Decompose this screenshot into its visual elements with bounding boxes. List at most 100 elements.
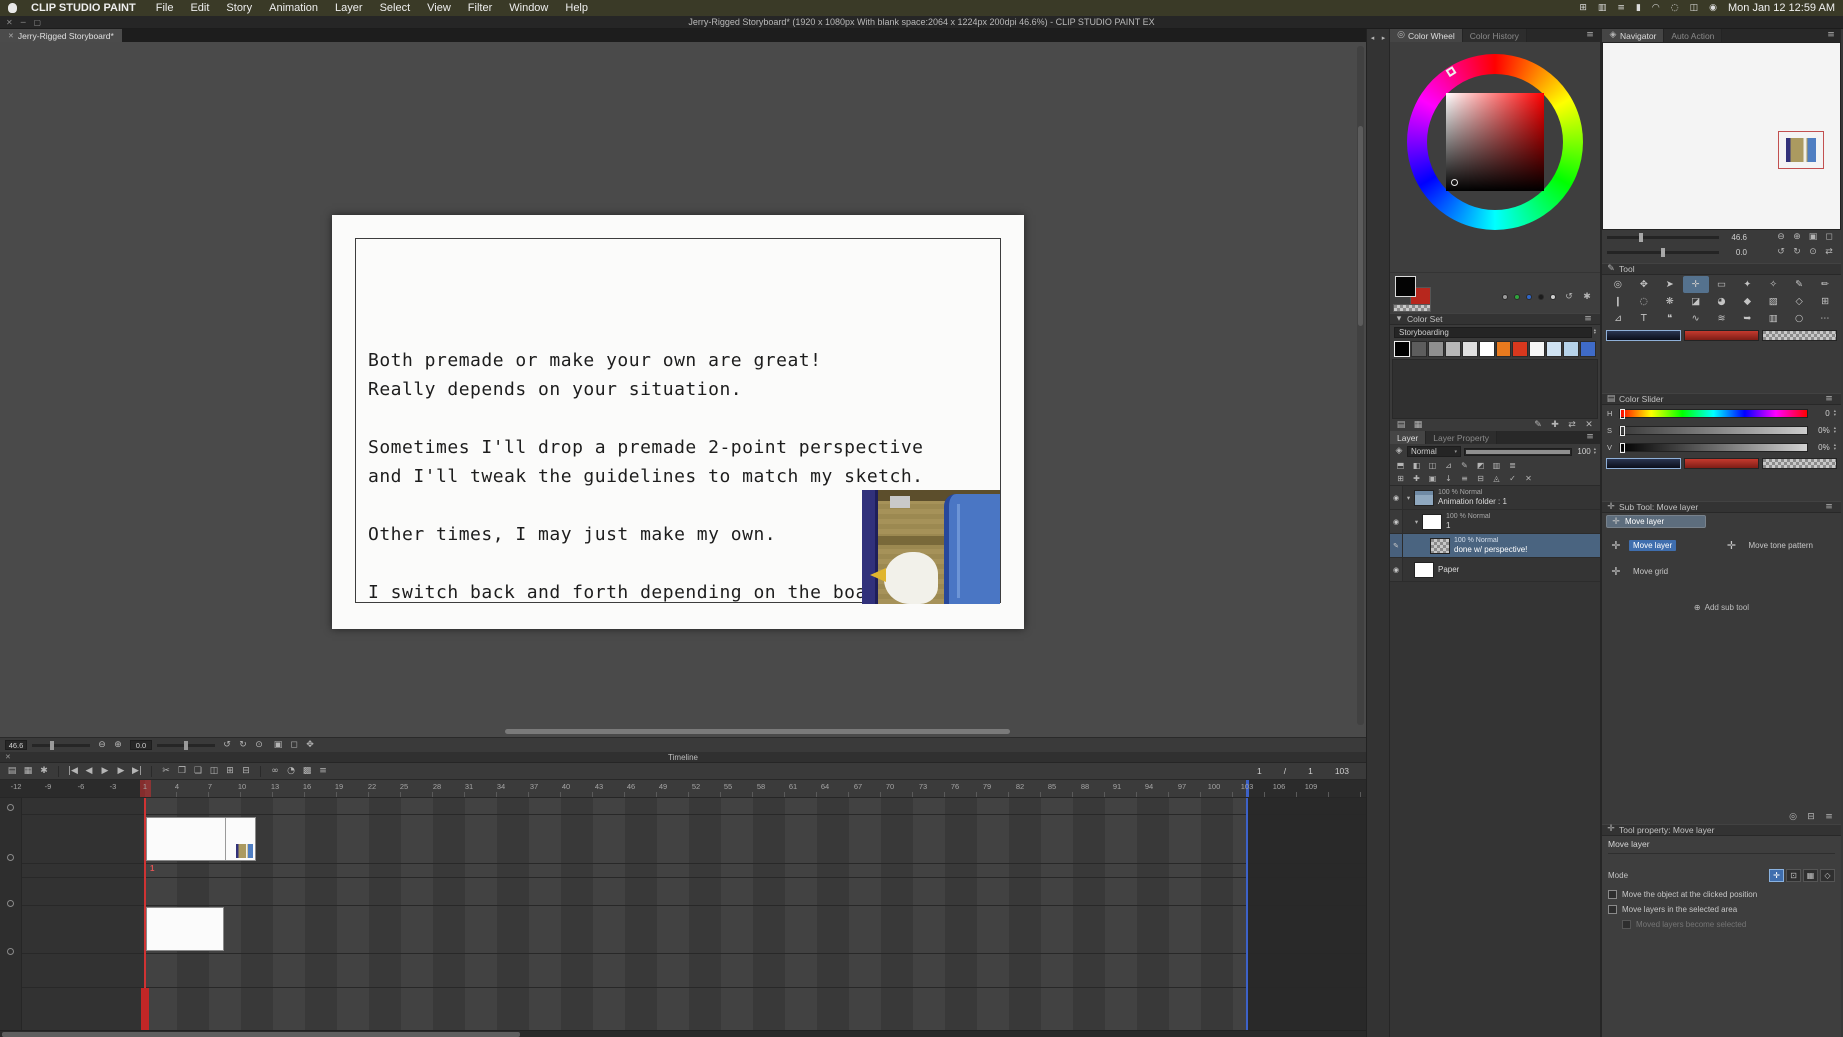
color-swatch[interactable] bbox=[1428, 341, 1444, 357]
insert-frame-icon[interactable]: ⊞ bbox=[223, 765, 237, 777]
copy-clip-icon[interactable]: ❐ bbox=[175, 765, 189, 777]
ruler-icon[interactable]: ⊿ bbox=[1442, 460, 1455, 471]
slider-bar[interactable] bbox=[1619, 409, 1808, 418]
layer-visibility-icon[interactable]: ◉ bbox=[1390, 558, 1403, 581]
flow-line-tool[interactable]: ∿ bbox=[1683, 310, 1709, 327]
nav-rotate-left-icon[interactable]: ↺ bbox=[1774, 247, 1788, 259]
next-frame-button[interactable]: ▶ bbox=[114, 765, 128, 777]
sub-tool-item[interactable]: ✛ Move grid bbox=[1607, 559, 1721, 583]
tab-color-wheel[interactable]: ◎ Color Wheel bbox=[1390, 29, 1463, 42]
zoom-tool[interactable]: ◎ bbox=[1605, 276, 1631, 293]
blend-tool[interactable]: ◕ bbox=[1709, 293, 1735, 310]
cut-clip-icon[interactable]: ✂ bbox=[159, 765, 173, 777]
color-swatch[interactable] bbox=[1496, 341, 1512, 357]
tab-layer-property[interactable]: Layer Property bbox=[1426, 431, 1497, 444]
opacity-value[interactable]: 100 bbox=[1575, 447, 1591, 456]
close-window-icon[interactable]: ✕ bbox=[6, 18, 13, 27]
tab-layer[interactable]: Layer bbox=[1390, 431, 1426, 444]
collapse-right-icon[interactable]: ▸ bbox=[1379, 32, 1388, 44]
auto-select-tool[interactable]: ✦ bbox=[1734, 276, 1760, 293]
prop-collapse-icon[interactable]: ⊟ bbox=[1804, 812, 1818, 824]
zoom-out-icon[interactable]: ⊖ bbox=[95, 739, 109, 751]
lock-layer-icon[interactable]: ⬒ bbox=[1394, 460, 1407, 471]
pan-icon[interactable]: ✥ bbox=[303, 739, 317, 751]
pencil-tool[interactable]: ✏ bbox=[1812, 276, 1838, 293]
panel-menu-icon[interactable]: ≡ bbox=[1822, 393, 1836, 405]
set-view-icon[interactable]: ▤ bbox=[1394, 419, 1408, 431]
sub-color-swatch[interactable] bbox=[1684, 330, 1759, 341]
palette-menu-icon[interactable]: ≣ bbox=[1506, 460, 1519, 471]
nav-zoom-in-icon[interactable]: ⊕ bbox=[1790, 232, 1804, 244]
new-vector-layer-icon[interactable]: ✚ bbox=[1410, 473, 1423, 484]
onion-skin-icon[interactable]: ◔ bbox=[284, 765, 298, 777]
layer-visibility-icon[interactable]: ◉ bbox=[1390, 486, 1403, 509]
slider-handle-icon[interactable] bbox=[1620, 409, 1625, 419]
stream-line-tool[interactable]: ≋ bbox=[1709, 310, 1735, 327]
slider-handle-icon[interactable] bbox=[1620, 426, 1625, 436]
checkbox-icon[interactable] bbox=[1608, 890, 1617, 899]
slider-spinner[interactable]: ▴▾ bbox=[1834, 410, 1836, 417]
layer-expand-icon[interactable]: ▾ bbox=[1403, 494, 1414, 502]
canvas-vertical-scrollbar[interactable] bbox=[1357, 46, 1364, 725]
user-icon[interactable]: ◉ bbox=[1709, 3, 1717, 13]
correct-line-tool[interactable]: ➥ bbox=[1734, 310, 1760, 327]
palette-color-icon[interactable]: ◈ bbox=[1394, 446, 1404, 458]
nav-reset-icon[interactable]: ⊙ bbox=[1806, 247, 1820, 259]
paste-clip-icon[interactable]: ❏ bbox=[191, 765, 205, 777]
new-timeline-icon[interactable]: ▦ bbox=[21, 765, 35, 777]
quick-color-dot[interactable] bbox=[1502, 294, 1508, 300]
draft-icon[interactable]: ✎ bbox=[1458, 460, 1471, 471]
wheel-settings-icon[interactable]: ✱ bbox=[1580, 291, 1594, 303]
search-icon[interactable]: ◌ bbox=[1671, 3, 1679, 13]
brush-tool[interactable]: ❙ bbox=[1605, 293, 1631, 310]
layer-color-icon[interactable]: ◩ bbox=[1474, 460, 1487, 471]
transparent-color-swatch[interactable] bbox=[1393, 304, 1431, 312]
storyboard-page[interactable]: Both premade or make your own are great!… bbox=[332, 215, 1024, 629]
delete-layer-icon[interactable]: ✕ bbox=[1522, 473, 1535, 484]
airbrush-tool[interactable]: ◌ bbox=[1631, 293, 1657, 310]
panel-menu-icon[interactable]: ≡ bbox=[1581, 313, 1595, 325]
main-color-swatch[interactable] bbox=[1606, 330, 1681, 341]
track-toggle-icon[interactable] bbox=[7, 900, 14, 907]
fit-screen-icon[interactable]: ▣ bbox=[271, 739, 285, 751]
menu-item[interactable]: Window bbox=[509, 2, 548, 14]
move-layer-tool[interactable]: ✛ bbox=[1683, 276, 1709, 293]
frame-border-tool[interactable]: ⊞ bbox=[1812, 293, 1838, 310]
figure-tool[interactable]: ◇ bbox=[1786, 293, 1812, 310]
timeline-ruler[interactable]: -12-9-6-31471013161922252831343740434649… bbox=[0, 780, 1366, 798]
canvas-zoom-slider[interactable] bbox=[32, 744, 90, 747]
quick-color-dot[interactable] bbox=[1514, 294, 1520, 300]
pen-tool[interactable]: ✎ bbox=[1786, 276, 1812, 293]
mode-layer-icon[interactable]: ⊡ bbox=[1786, 869, 1801, 882]
current-sub-tool[interactable]: ✛ Move layer bbox=[1606, 515, 1706, 528]
color-swatch[interactable] bbox=[1462, 341, 1478, 357]
cel-settings-icon[interactable]: ▩ bbox=[300, 765, 314, 777]
layer-row[interactable]: ◉ ▾ 100 % Normal 1 bbox=[1390, 510, 1600, 534]
menu-item[interactable]: View bbox=[427, 2, 451, 14]
collapse-left-icon[interactable]: ◂ bbox=[1368, 32, 1377, 44]
quick-color-dot[interactable] bbox=[1550, 294, 1556, 300]
go-start-button[interactable]: |◀ bbox=[66, 765, 80, 777]
color-set-list-area[interactable] bbox=[1392, 359, 1598, 419]
nav-zoom-out-icon[interactable]: ⊖ bbox=[1774, 232, 1788, 244]
rotate-right-icon[interactable]: ↻ bbox=[236, 739, 250, 751]
color-swatch[interactable] bbox=[1394, 341, 1410, 357]
track-toggle-icon[interactable] bbox=[7, 948, 14, 955]
prop-pin-icon[interactable]: ◎ bbox=[1786, 812, 1800, 824]
edit-color-icon[interactable]: ✎ bbox=[1531, 419, 1545, 431]
transparent-color-swatch[interactable] bbox=[1762, 458, 1837, 469]
slider-bar[interactable] bbox=[1619, 443, 1808, 452]
menu-item[interactable]: Select bbox=[380, 2, 411, 14]
total-frames-value[interactable]: 103 bbox=[1335, 766, 1349, 776]
slider-value[interactable]: 0% bbox=[1812, 426, 1830, 435]
menu-item[interactable]: Edit bbox=[190, 2, 209, 14]
layer-thumbnail[interactable] bbox=[1414, 490, 1434, 506]
selection-tool[interactable]: ▭ bbox=[1709, 276, 1735, 293]
quick-color-dot[interactable] bbox=[1526, 294, 1532, 300]
operation-tool[interactable]: ➤ bbox=[1657, 276, 1683, 293]
mode-grid-icon[interactable]: ◇ bbox=[1820, 869, 1835, 882]
color-swatch[interactable] bbox=[1512, 341, 1528, 357]
panel-menu-icon[interactable]: ≡ bbox=[1583, 432, 1597, 444]
loop-icon[interactable]: ∞ bbox=[268, 765, 282, 777]
menu-item[interactable]: Layer bbox=[335, 2, 363, 14]
